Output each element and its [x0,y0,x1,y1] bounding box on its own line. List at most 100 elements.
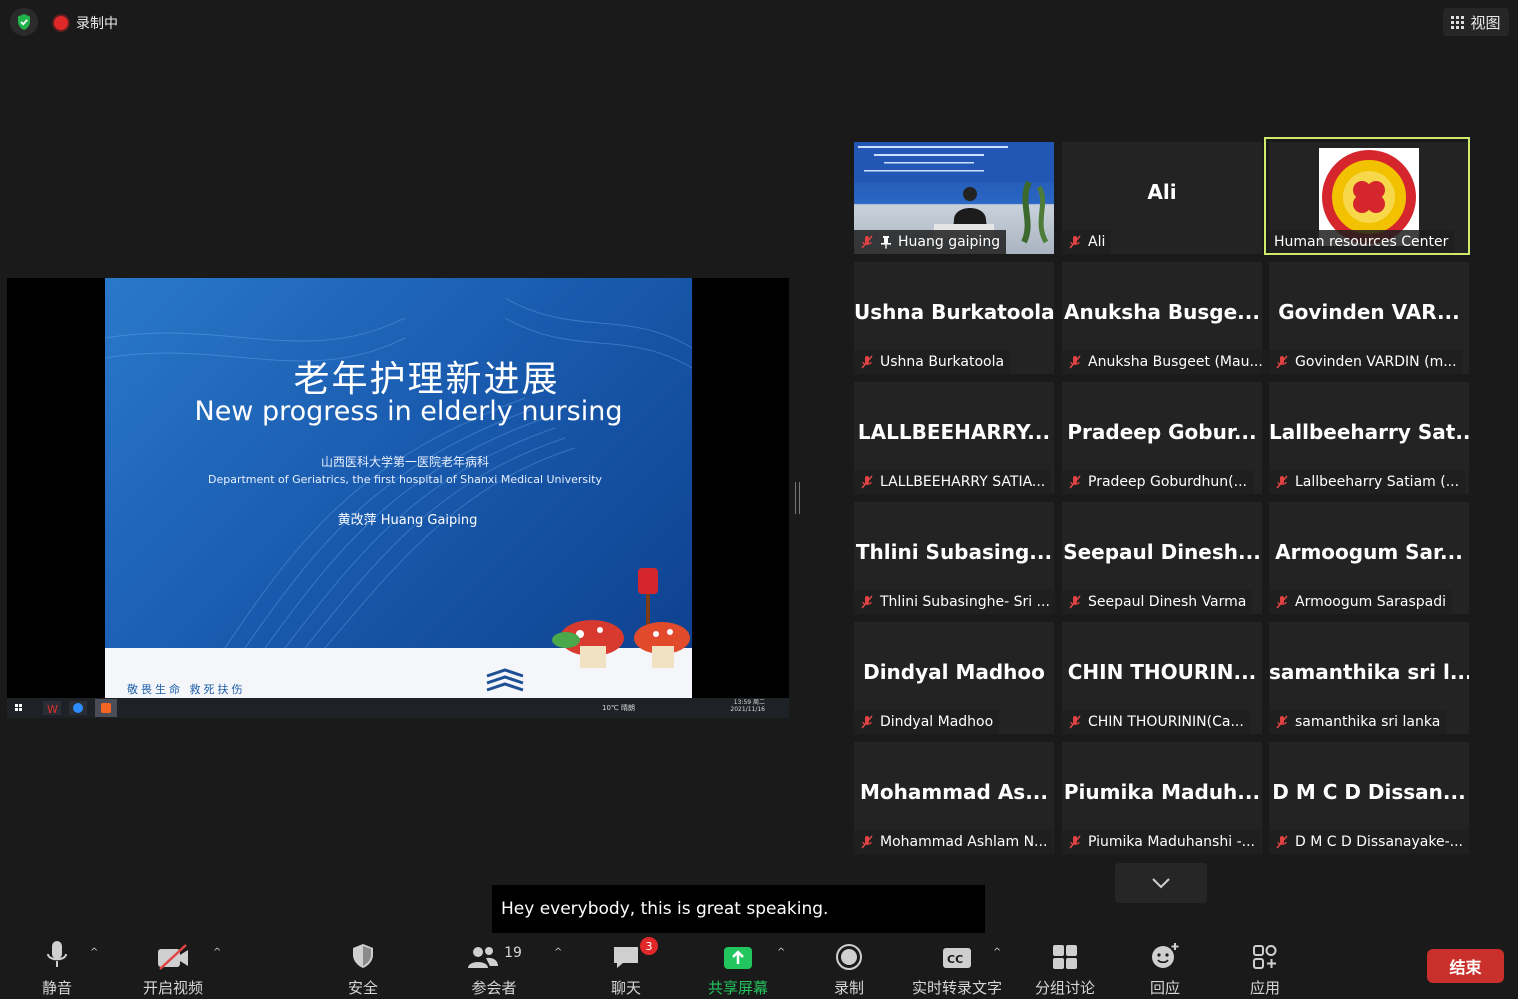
participant-name: samanthika sri lanka [1295,714,1441,730]
recording-indicator[interactable]: 录制中 [54,12,118,34]
participant-name: Thlini Subasinghe- Sri ... [880,594,1050,610]
participant-tile[interactable]: Pradeep Gobur... Pradeep Goburdhun(... [1062,382,1262,494]
audio-options-caret-icon[interactable]: ^ [90,947,98,958]
participant-display-name: Mohammad As... [859,780,1048,804]
reactions-label: 回应 [1149,979,1180,997]
participants-count: 19 [504,945,522,961]
microphone-icon [47,941,67,967]
share-options-caret-icon[interactable]: ^ [777,947,785,958]
participant-display-name: Ali [1147,180,1177,204]
participant-display-name: D M C D Dissan... [1272,780,1466,804]
grid-icon [1451,15,1465,29]
participant-tile[interactable]: LALLBEEHARRY... LALLBEEHARRY SATIA... [854,382,1054,494]
participant-name-label: Ushna Burkatoola [854,350,1011,374]
gallery-collapse-button[interactable] [1115,863,1207,903]
mic-muted-icon [1275,835,1289,849]
participant-name-label: Mohammad Ashlam N... [854,830,1054,854]
participant-name-label: Ali [1062,230,1112,254]
participant-name: Mohammad Ashlam N... [880,834,1048,850]
participant-tile[interactable]: Dindyal Madhoo Dindyal Madhoo [854,622,1054,734]
hospital-logo-icon [486,668,524,692]
view-button[interactable]: 视图 [1443,8,1509,36]
security-shield-icon[interactable] [10,8,38,36]
taskbar-weather: 10℃ 晴朗 [602,704,635,712]
transcript-options-caret-icon[interactable]: ^ [993,947,1001,958]
meeting-top-bar: 录制中 视图 [0,0,1518,44]
recording-dot-icon [54,16,68,30]
live-transcript-label: 实时转录文字 [911,979,1002,997]
participant-name: Huang gaiping [898,234,1001,250]
breakout-rooms-icon [1053,945,1077,969]
record-button[interactable]: 录制 [826,935,872,999]
participant-name: Lallbeeharry Satiam (... [1295,474,1460,490]
participant-tile[interactable]: Govinden VAR... Govinden VARDIN (m... [1269,262,1469,374]
slide-department-en: Department of Geriatrics, the first hosp… [207,473,602,486]
taskbar-date: 2021/11/16 [730,706,765,713]
panel-splitter-handle[interactable] [795,482,800,514]
presentation-slide: 老年护理新进展 New progress in elderly nursing … [105,278,692,698]
breakout-rooms-button[interactable]: 分组讨论 [1031,935,1099,999]
participant-tile[interactable]: Armoogum Sar... Armoogum Saraspadi [1269,502,1469,614]
apps-button[interactable]: 应用 [1242,935,1288,999]
mute-label: 静音 [41,979,72,997]
closed-caption-icon: CC [943,948,971,968]
video-options-caret-icon[interactable]: ^ [213,947,221,958]
participant-tile[interactable]: CHIN THOURIN... CHIN THOURININ(Ca... [1062,622,1262,734]
mic-muted-icon [1068,355,1082,369]
participant-tile[interactable]: Ali Ali [1062,142,1262,254]
participant-tile[interactable]: Lallbeeharry Sat... Lallbeeharry Satiam (… [1269,382,1469,494]
participant-name: Dindyal Madhoo [880,714,994,730]
participant-name-label: Pradeep Goburdhun(... [1062,470,1253,494]
participant-tile[interactable]: Huang gaiping [854,142,1054,254]
participant-tile[interactable]: Mohammad As... Mohammad Ashlam N... [854,742,1054,854]
pin-icon [880,235,892,249]
participant-name: Seepaul Dinesh Varma [1088,594,1247,610]
participant-name-label: Dindyal Madhoo [854,710,1000,734]
participants-options-caret-icon[interactable]: ^ [554,947,562,958]
mic-muted-icon [1068,475,1082,489]
meeting-toolbar: 静音 ^ 开启视频 ^ 安全 19 参会者 ^ 3 聊天 共享屏幕 ^ 录制 C… [0,935,1518,999]
participant-tile[interactable]: Anuksha Busge... Anuksha Busgeet (Mau... [1062,262,1268,374]
participant-display-name: Seepaul Dinesh... [1063,540,1261,564]
participant-display-name: Lallbeeharry Sat... [1269,420,1469,444]
participant-name-label: Seepaul Dinesh Varma [1062,590,1253,614]
end-meeting-button[interactable]: 结束 [1427,949,1504,983]
participant-name-label: Armoogum Saraspadi [1269,590,1453,614]
start-video-button[interactable]: 开启视频 [138,935,208,999]
participant-display-name: Anuksha Busge... [1064,300,1260,324]
participant-tile[interactable]: samanthika sri l... samanthika sri lanka [1269,622,1469,734]
participant-tile[interactable]: Seepaul Dinesh... Seepaul Dinesh Varma [1062,502,1262,614]
slide-title-en: New progress in elderly nursing [194,396,623,427]
participant-tile[interactable]: Piumika Maduh... Piumika Maduhanshi -... [1062,742,1262,854]
participant-name-label: CHIN THOURININ(Ca... [1062,710,1250,734]
mute-button[interactable]: 静音 [33,935,81,999]
slide-department-cn: 山西医科大学第一医院老年病科 [320,455,489,469]
security-button[interactable]: 安全 [340,935,386,999]
mic-muted-icon [1275,475,1289,489]
share-screen-label: 共享屏幕 [707,979,768,997]
breakout-rooms-label: 分组讨论 [1034,979,1095,997]
participant-name: Ushna Burkatoola [880,354,1005,370]
live-transcript-button[interactable]: CC 实时转录文字 [907,935,1007,999]
participant-display-name: Pradeep Gobur... [1067,420,1257,444]
participants-button[interactable]: 19 参会者 [465,935,523,999]
participant-name: Piumika Maduhanshi -... [1088,834,1255,850]
participant-display-name: Thlini Subasing... [855,540,1053,564]
participant-tile[interactable]: Thlini Subasing... Thlini Subasinghe- Sri… [854,502,1056,614]
participant-tile[interactable]: Ushna Burkatoola Ushna Burkatoola [854,262,1054,374]
mushroom-house-illustration [552,568,690,668]
shared-screen[interactable]: 老年护理新进展 New progress in elderly nursing … [7,278,789,718]
chat-unread-badge: 3 [640,937,658,955]
reactions-button[interactable]: 回应 [1142,935,1188,999]
chat-button[interactable]: 3 聊天 [602,935,658,999]
apps-icon [1253,945,1277,969]
participant-tile[interactable]: D M C D Dissan... D M C D Dissanayake-... [1269,742,1469,854]
mic-muted-icon [1275,355,1289,369]
participant-name-label: LALLBEEHARRY SATIA... [854,470,1052,494]
share-screen-button[interactable]: 共享屏幕 [703,935,773,999]
participant-name-label: D M C D Dissanayake-... [1269,830,1469,854]
participant-name: D M C D Dissanayake-... [1295,834,1463,850]
mic-muted-icon [1068,715,1082,729]
mic-muted-icon [860,595,874,609]
participants-label: 参会者 [471,979,517,997]
